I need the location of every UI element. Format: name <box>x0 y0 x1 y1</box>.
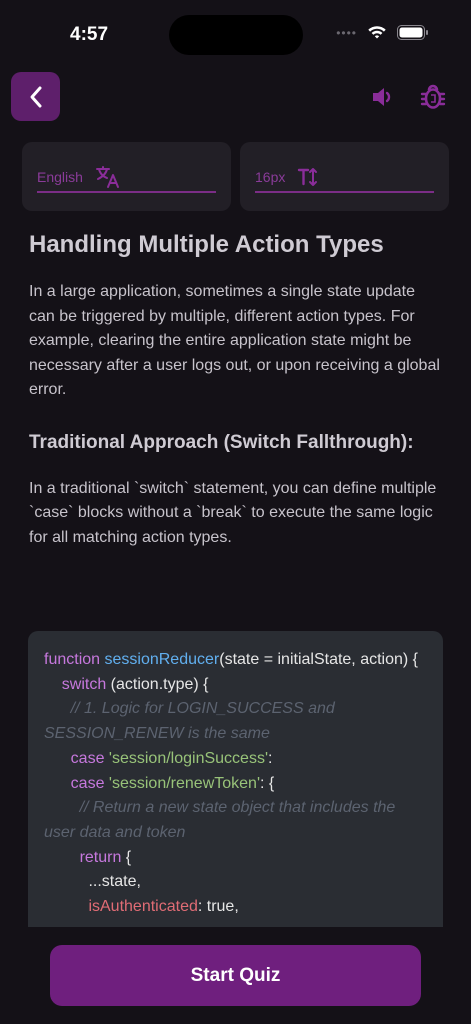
dynamic-island <box>169 15 303 55</box>
section-title: Traditional Approach (Switch Fallthrough… <box>29 431 414 453</box>
article-title: Handling Multiple Action Types <box>29 231 384 258</box>
code-comment: // Return a new state object that includ… <box>44 799 400 841</box>
translate-icon <box>95 165 119 188</box>
code-token: (state = initialState, action) { <box>219 651 419 668</box>
section-text: In a traditional `switch` statement, you… <box>29 479 437 546</box>
status-bar: 4:57 •••• <box>0 0 471 70</box>
article-intro: In a large application, sometimes a sing… <box>29 283 440 398</box>
language-value: English <box>37 168 83 185</box>
code-token: ...state, <box>88 873 141 891</box>
code-token: function <box>44 651 101 668</box>
code-token: : <box>268 749 273 767</box>
language-select[interactable]: English <box>37 162 216 193</box>
status-time: 4:57 <box>70 24 109 45</box>
language-card: English <box>22 142 231 211</box>
font-size-card: 16px <box>240 142 449 211</box>
chevron-left-icon <box>30 86 41 107</box>
settings-row: English 16px <box>22 142 449 211</box>
signal-icon: •••• <box>336 25 357 40</box>
code-string: 'session/loginSuccess' <box>108 749 268 767</box>
font-size-value: 16px <box>255 168 286 185</box>
code-token: : true, <box>197 898 239 916</box>
code-token: : { <box>260 774 275 792</box>
code-block: function sessionReducer(state = initialS… <box>28 631 443 927</box>
text-size-icon <box>298 167 318 186</box>
code-token: switch <box>61 675 107 693</box>
wifi-icon <box>368 26 386 39</box>
status-icons: •••• <box>336 25 429 40</box>
code-token: case <box>70 774 105 792</box>
font-size-select[interactable]: 16px <box>255 162 434 193</box>
code-content: function sessionReducer(state = initialS… <box>28 631 443 927</box>
code-string: 'session/renewToken' <box>108 774 260 792</box>
top-bar <box>0 72 471 122</box>
article: Handling Multiple Action Types In a larg… <box>29 228 443 578</box>
code-token: (action.type) { <box>106 675 209 693</box>
code-comment: // 1. Logic for LOGIN_SUCCESS and SESSIO… <box>44 700 340 743</box>
code-token: isAuthenticated <box>88 898 198 916</box>
code-token: case <box>70 749 105 767</box>
code-token: return <box>79 848 122 866</box>
start-quiz-button[interactable]: Start Quiz <box>50 945 421 1006</box>
code-token: { <box>121 848 132 866</box>
battery-icon <box>397 25 428 40</box>
back-button[interactable] <box>11 72 60 121</box>
bug-icon[interactable] <box>419 83 447 111</box>
code-token: sessionReducer <box>104 651 220 668</box>
speaker-icon[interactable] <box>370 84 396 110</box>
